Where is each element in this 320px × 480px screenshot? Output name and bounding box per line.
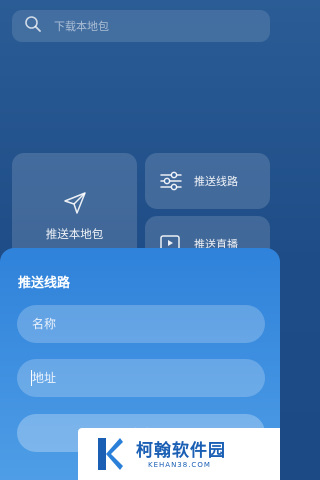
watermark-logo: 柯翰软件园 KEHAN38.COM (78, 428, 280, 480)
send-icon (62, 190, 88, 216)
address-input[interactable] (17, 359, 265, 397)
watermark-brand: 柯翰软件园 (136, 441, 226, 461)
push-local-package-label: 推送本地包 (45, 227, 104, 241)
name-input[interactable] (17, 305, 265, 343)
sliders-icon (159, 170, 183, 192)
search-bar[interactable]: 下载本地包 (12, 10, 270, 42)
watermark-site: KEHAN38.COM (148, 461, 211, 469)
search-icon (24, 15, 42, 37)
push-route-card[interactable]: 推送线路 (145, 153, 270, 209)
text-cursor (31, 370, 32, 386)
dialog-title: 推送线路 (18, 276, 71, 291)
search-placeholder: 下载本地包 (54, 20, 109, 33)
watermark-k-logo-icon (98, 438, 123, 470)
push-route-label: 推送线路 (194, 175, 238, 188)
